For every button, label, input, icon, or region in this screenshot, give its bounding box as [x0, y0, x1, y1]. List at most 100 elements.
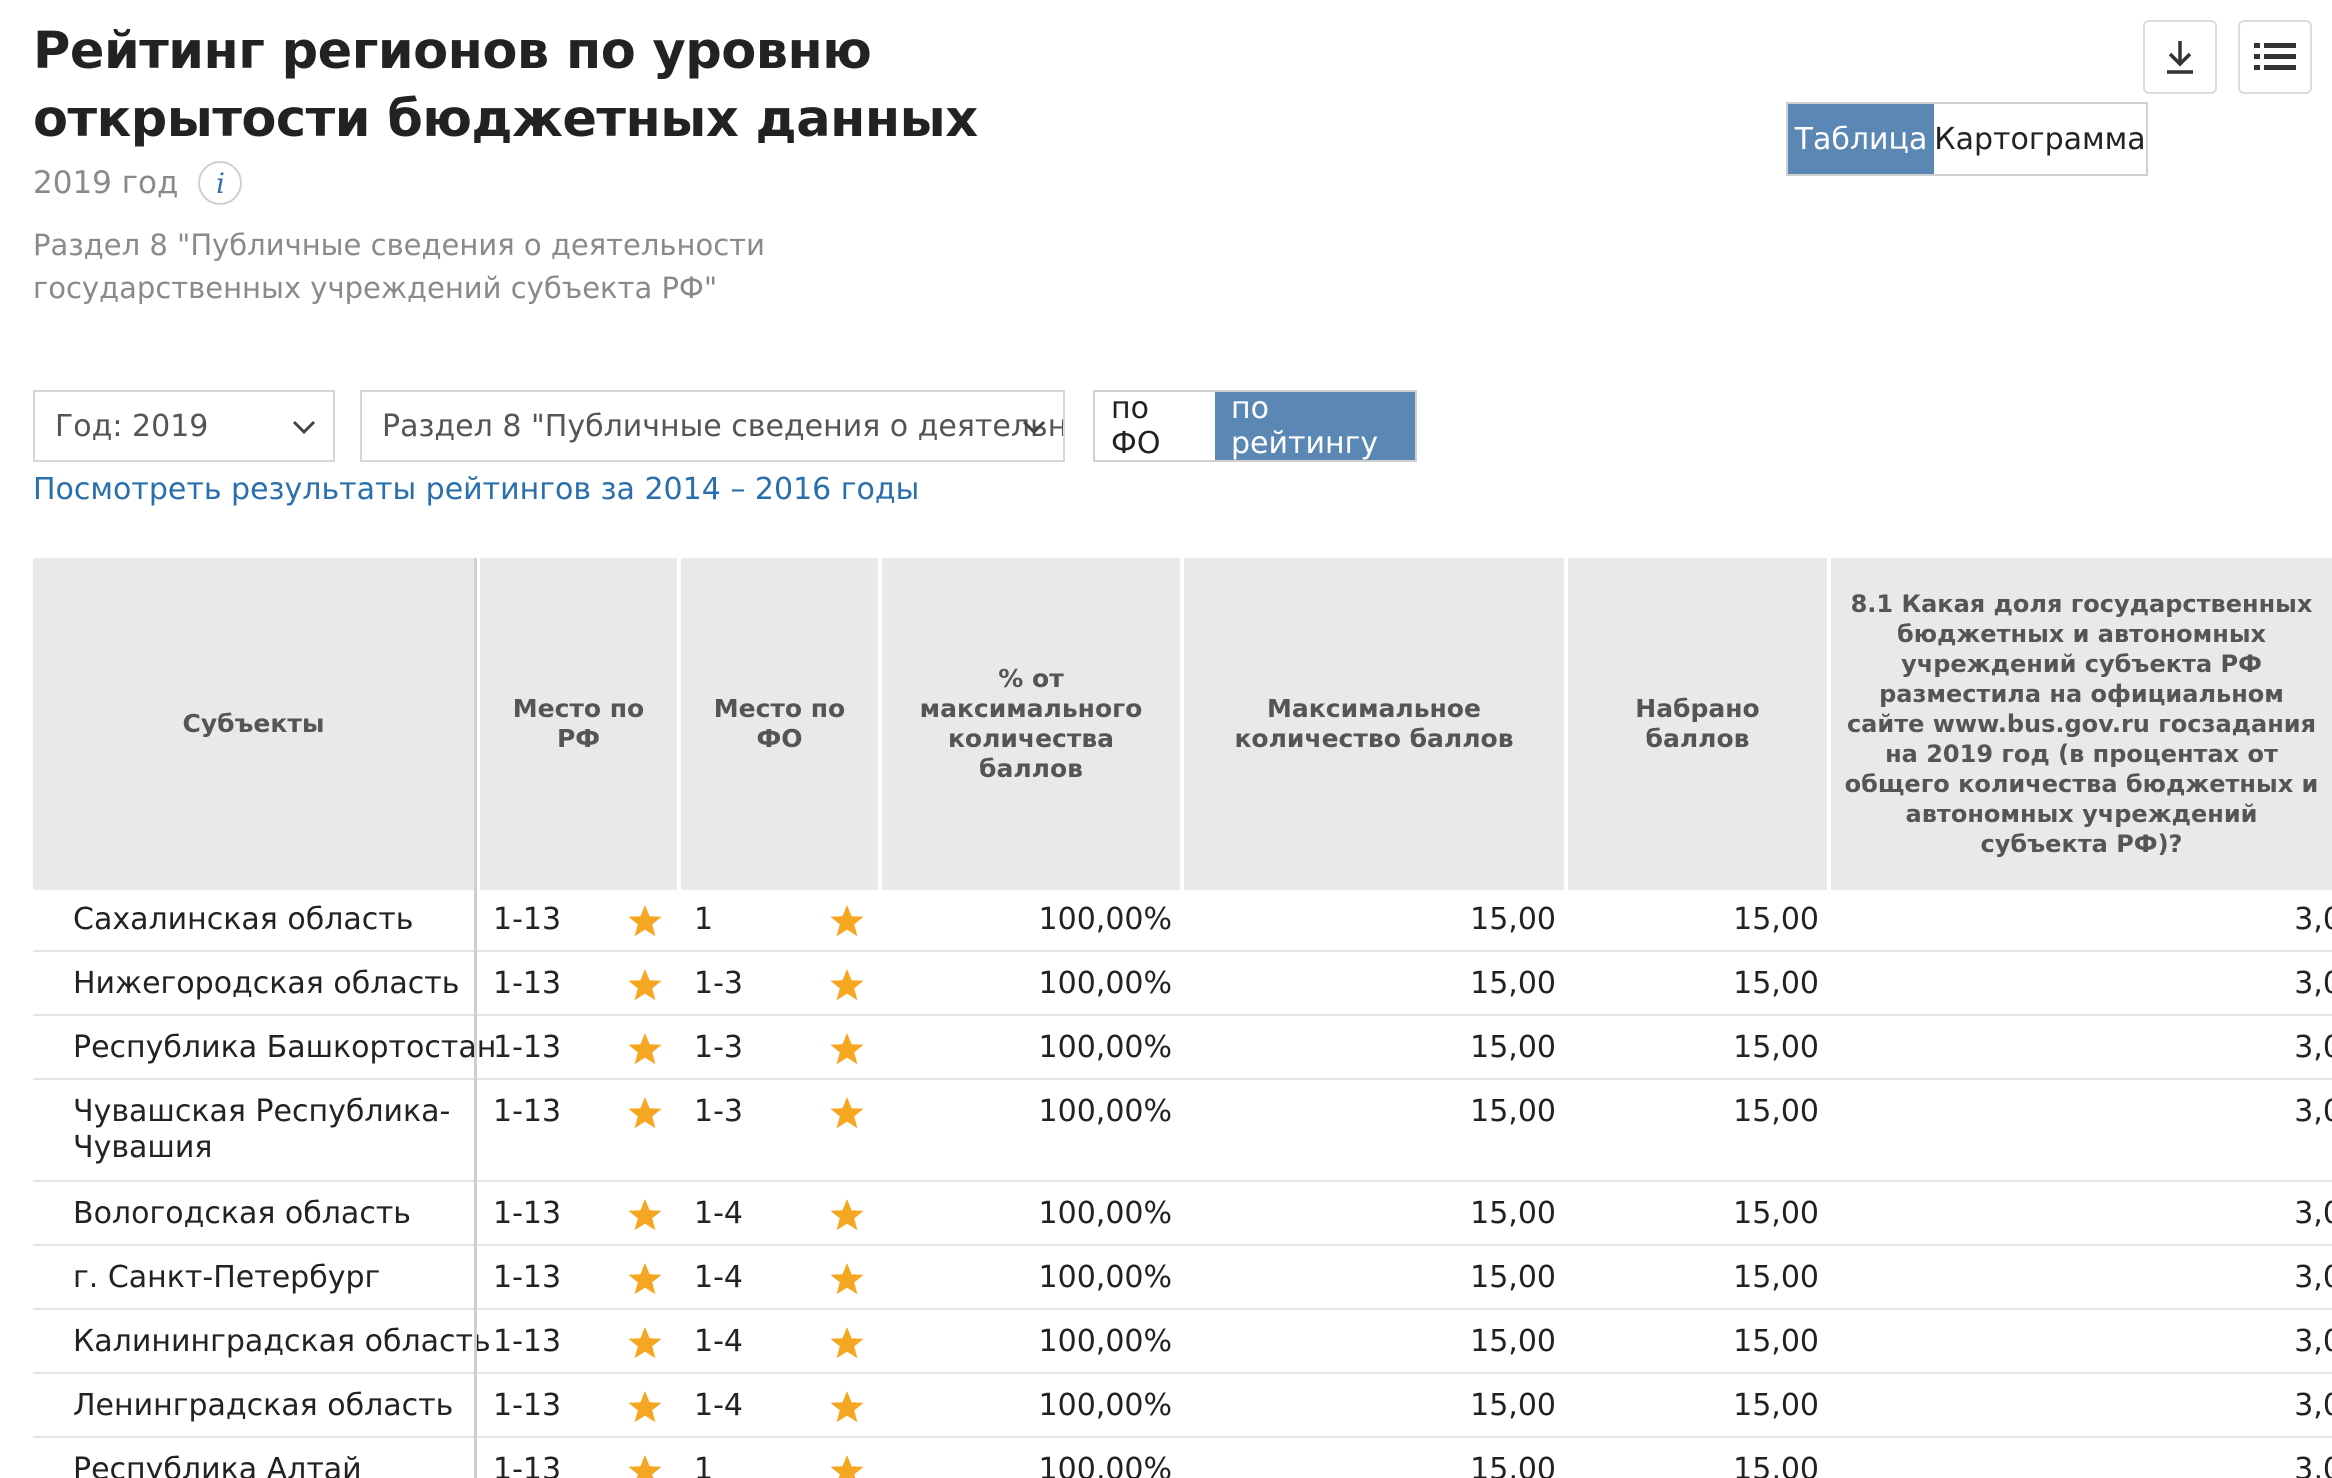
- section-description: Раздел 8 "Публичные сведения о деятельно…: [33, 228, 765, 305]
- place-rf-cell: 1-13: [493, 1388, 562, 1423]
- chevron-down-icon: [292, 420, 316, 435]
- subject-cell: Ленинградская область: [73, 1388, 454, 1423]
- subject-cell: Вологодская область: [73, 1196, 411, 1231]
- subject-cell: Калининградская область: [73, 1324, 491, 1359]
- sort-by-rating[interactable]: по рейтингу: [1215, 391, 1415, 461]
- percent-cell: 100,00%: [1038, 1452, 1172, 1478]
- q81-cell: 3,00: [2294, 1324, 2332, 1359]
- place-rf-cell: 1-13: [493, 902, 562, 937]
- subject-cell: Нижегородская область: [73, 966, 460, 1001]
- q81-cell: 3,00: [2294, 1094, 2332, 1129]
- col-header-score[interactable]: Набрано баллов: [1568, 558, 1827, 890]
- table-row[interactable]: Сахалинская область 1-13 1 100,00% 15,00 15,0…: [33, 890, 2332, 952]
- place-rf-cell: 1-13: [493, 966, 562, 1001]
- max-score-cell: 15,00: [1470, 1094, 1556, 1129]
- q81-cell: 3,00: [2294, 966, 2332, 1001]
- subject-cell: г. Санкт-Петербург: [73, 1260, 381, 1295]
- list-icon: [2254, 43, 2296, 70]
- max-score-cell: 15,00: [1470, 1452, 1556, 1478]
- q81-cell: 3,00: [2294, 1196, 2332, 1231]
- place-rf-cell: 1-13: [493, 1094, 562, 1129]
- col-header-percent[interactable]: % от максимального количества баллов: [882, 558, 1180, 890]
- column-divider: [474, 890, 477, 1478]
- star-icon: [628, 1033, 662, 1065]
- download-button[interactable]: [2143, 20, 2217, 94]
- tab-table[interactable]: Таблица: [1788, 104, 1934, 174]
- q81-cell: 3,00: [2294, 1030, 2332, 1065]
- score-cell: 15,00: [1733, 1388, 1819, 1423]
- col-header-subjects[interactable]: Субъекты: [33, 558, 477, 890]
- score-cell: 15,00: [1733, 1030, 1819, 1065]
- page: Рейтинг регионов по уровню открытости бю…: [0, 0, 2332, 1478]
- info-icon[interactable]: i: [198, 161, 243, 205]
- col-header-place-fo[interactable]: Место по ФО: [681, 558, 878, 890]
- col-header-q81[interactable]: 8.1 Какая доля государственных бюджетных…: [1831, 558, 2332, 890]
- star-icon: [830, 1391, 864, 1423]
- star-icon: [830, 905, 864, 937]
- list-view-button[interactable]: [2238, 20, 2312, 94]
- year-select[interactable]: Год: 2019: [33, 390, 335, 462]
- year-select-value: Год: 2019: [55, 408, 209, 444]
- star-icon: [628, 1327, 662, 1359]
- table-row[interactable]: Чувашская Республика-Чувашия 1-13 1-3 100,0…: [33, 1082, 2332, 1182]
- table-row[interactable]: Нижегородская область 1-13 1-3 100,00% 15,00…: [33, 954, 2332, 1016]
- place-fo-cell: 1-4: [694, 1388, 743, 1423]
- subject-cell: Сахалинская область: [73, 902, 414, 937]
- max-score-cell: 15,00: [1470, 966, 1556, 1001]
- section-select-value: Раздел 8 "Публичные сведения о деятельнс: [382, 408, 1065, 444]
- tab-cartogram[interactable]: Картограмма: [1934, 104, 2146, 174]
- score-cell: 15,00: [1733, 1452, 1819, 1478]
- sort-toggle: по ФО по рейтингу: [1093, 390, 1417, 462]
- score-cell: 15,00: [1733, 966, 1819, 1001]
- place-fo-cell: 1-3: [694, 1030, 743, 1065]
- view-toggle: Таблица Картограмма: [1786, 102, 2148, 176]
- q81-cell: 3,00: [2294, 1260, 2332, 1295]
- place-fo-cell: 1-3: [694, 1094, 743, 1129]
- star-icon: [830, 1199, 864, 1231]
- percent-cell: 100,00%: [1038, 902, 1172, 937]
- percent-cell: 100,00%: [1038, 1388, 1172, 1423]
- col-header-place-rf[interactable]: Место по РФ: [480, 558, 677, 890]
- place-fo-cell: 1: [694, 1452, 714, 1478]
- q81-cell: 3,00: [2294, 902, 2332, 937]
- star-icon: [628, 1097, 662, 1129]
- score-cell: 15,00: [1733, 1196, 1819, 1231]
- subject-cell: Чувашская Республика-Чувашия: [73, 1094, 451, 1165]
- max-score-cell: 15,00: [1470, 1388, 1556, 1423]
- place-fo-cell: 1-4: [694, 1260, 743, 1295]
- place-rf-cell: 1-13: [493, 1324, 562, 1359]
- star-icon: [830, 969, 864, 1001]
- max-score-cell: 15,00: [1470, 1260, 1556, 1295]
- star-icon: [628, 969, 662, 1001]
- place-fo-cell: 1: [694, 902, 714, 937]
- table-row[interactable]: Калининградская область 1-13 1-4 100,00% 15,…: [33, 1312, 2332, 1374]
- past-results-link[interactable]: Посмотреть результаты рейтингов за 2014 …: [33, 472, 919, 507]
- max-score-cell: 15,00: [1470, 1324, 1556, 1359]
- percent-cell: 100,00%: [1038, 1030, 1172, 1065]
- sort-by-fo[interactable]: по ФО: [1095, 391, 1215, 461]
- star-icon: [830, 1455, 864, 1478]
- max-score-cell: 15,00: [1470, 1030, 1556, 1065]
- place-rf-cell: 1-13: [493, 1452, 562, 1478]
- subject-cell: Республика Башкортостан: [73, 1030, 497, 1065]
- score-cell: 15,00: [1733, 1094, 1819, 1129]
- max-score-cell: 15,00: [1470, 1196, 1556, 1231]
- table-row[interactable]: Республика Башкортостан 1-13 1-3 100,00% 15,…: [33, 1018, 2332, 1080]
- table-header: Субъекты Место по РФ Место по ФО % от ма…: [33, 558, 2332, 890]
- table-row[interactable]: г. Санкт-Петербург 1-13 1-4 100,00% 15,00 15,…: [33, 1248, 2332, 1310]
- download-icon: [2167, 41, 2193, 74]
- place-fo-cell: 1-3: [694, 966, 743, 1001]
- star-icon: [628, 1455, 662, 1478]
- place-rf-cell: 1-13: [493, 1260, 562, 1295]
- percent-cell: 100,00%: [1038, 1094, 1172, 1129]
- star-icon: [830, 1263, 864, 1295]
- star-icon: [628, 1263, 662, 1295]
- section-select[interactable]: Раздел 8 "Публичные сведения о деятельнс: [360, 390, 1065, 462]
- year-line: 2019 год i: [33, 160, 243, 206]
- score-cell: 15,00: [1733, 1260, 1819, 1295]
- table-row[interactable]: Ленинградская область 1-13 1-4 100,00% 15,00…: [33, 1376, 2332, 1438]
- table-row[interactable]: Вологодская область 1-13 1-4 100,00% 15,00 15…: [33, 1184, 2332, 1246]
- col-header-max-score[interactable]: Максимальное количество баллов: [1184, 558, 1564, 890]
- star-icon: [628, 905, 662, 937]
- table-row[interactable]: Республика Алтай 1-13 1 100,00% 15,00 15,00 3,…: [33, 1440, 2332, 1478]
